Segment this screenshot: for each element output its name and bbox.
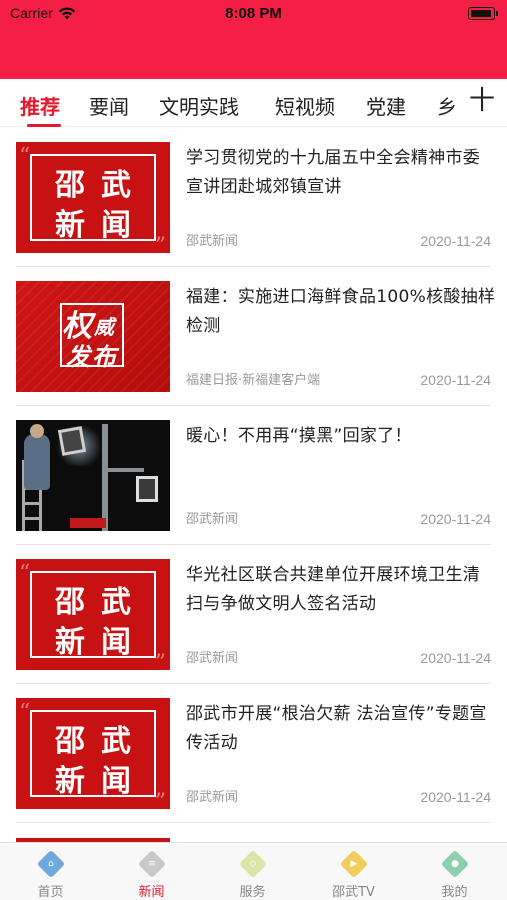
worker-head — [30, 424, 44, 438]
news-title[interactable]: 暖心！不用再“摸黑”回家了！ — [186, 422, 496, 451]
clock: 8:08 PM — [225, 5, 282, 22]
news-thumbnail: “ ” 邵武 新闻 — [16, 698, 170, 809]
street-lamp — [57, 426, 87, 456]
news-thumbnail: 权 威 发布 — [16, 281, 170, 392]
news-source: 邵武新闻 — [186, 790, 239, 805]
battery-icon — [468, 7, 498, 20]
thumbnail-text: 新闻 — [55, 208, 147, 243]
news-thumbnail-photo — [16, 420, 170, 531]
news-date: 2020-11-24 — [420, 511, 491, 527]
news-item[interactable]: “ ” 邵武 新闻 邵武市开展“根治欠薪 法治宣传”专题宣传活动 邵武新闻 20… — [0, 684, 507, 823]
red-sign — [70, 518, 106, 528]
news-icon: ≡ — [137, 849, 167, 879]
active-tab-indicator — [27, 124, 61, 127]
worker-figure — [24, 434, 50, 490]
nav-profile[interactable]: ● 我的 — [404, 843, 505, 900]
news-date: 2020-11-24 — [420, 650, 491, 666]
thumbnail-text: 邵武 — [55, 724, 147, 759]
news-title[interactable]: 华光社区联合共建单位开展环境卫生清扫与争做文明人签名活动 — [186, 561, 496, 619]
header-bar: Carrier 8:08 PM — [0, 0, 507, 79]
tab-civilization-practice[interactable]: 文明实践 — [159, 91, 239, 120]
nav-label: 我的 — [441, 885, 468, 900]
profile-icon: ● — [440, 849, 470, 879]
news-title[interactable]: 学习贯彻党的十九届五中全会精神市委宣讲团赴城郊镇宣讲 — [186, 144, 496, 202]
thumbnail-text: 新闻 — [55, 625, 147, 660]
news-list: “ ” 邵武 新闻 学习贯彻党的十九届五中全会精神市委宣讲团赴城郊镇宣讲 邵武新… — [0, 128, 507, 823]
tv-icon: ▶ — [339, 849, 369, 879]
nav-tv[interactable]: ▶ 邵武TV — [303, 843, 404, 900]
news-item[interactable]: “ ” 邵武 新闻 华光社区联合共建单位开展环境卫生清扫与争做文明人签名活动 邵… — [0, 545, 507, 684]
news-date: 2020-11-24 — [420, 372, 491, 388]
thumbnail-text: 邵武 — [55, 168, 147, 203]
street-pole — [102, 424, 108, 531]
news-title[interactable]: 福建：实施进口海鲜食品100%核酸抽样检测 — [186, 283, 496, 341]
news-date: 2020-11-24 — [420, 789, 491, 805]
tab-township[interactable]: 乡 — [437, 91, 457, 120]
news-thumbnail: “ ” 邵武 新闻 — [16, 559, 170, 670]
tab-short-video[interactable]: 短视频 — [275, 91, 335, 120]
add-channel-button[interactable]: 十 — [469, 88, 495, 114]
category-tabs: 推荐 要闻 文明实践 短视频 党建 乡 十 — [0, 79, 507, 127]
news-source: 福建日报·新福建客户端 — [186, 373, 321, 388]
news-source: 邵武新闻 — [186, 512, 239, 527]
nav-label: 邵武TV — [332, 885, 375, 900]
street-lamp — [136, 476, 158, 502]
thumbnail-text: 发布 — [66, 343, 118, 371]
nav-label: 服务 — [239, 885, 266, 900]
service-icon: ◇ — [238, 849, 268, 879]
status-bar: Carrier 8:08 PM — [0, 0, 507, 28]
nav-label: 首页 — [37, 885, 64, 900]
tab-headlines[interactable]: 要闻 — [89, 91, 129, 120]
tab-recommend[interactable]: 推荐 — [20, 91, 60, 120]
news-thumbnail: “ ” 邵武 新闻 — [16, 142, 170, 253]
news-item[interactable]: “ ” 邵武 新闻 学习贯彻党的十九届五中全会精神市委宣讲团赴城郊镇宣讲 邵武新… — [0, 128, 507, 267]
nav-home[interactable]: ⌂ 首页 — [0, 843, 101, 900]
nav-label: 新闻 — [138, 885, 165, 900]
app-root: Carrier 8:08 PM 推荐 要闻 文明实践 短视频 党建 乡 十 “ — [0, 0, 507, 900]
thumbnail-text: 新闻 — [55, 764, 147, 799]
home-icon: ⌂ — [36, 849, 66, 879]
news-source: 邵武新闻 — [186, 651, 239, 666]
news-date: 2020-11-24 — [420, 233, 491, 249]
thumbnail-text: 邵武 — [55, 585, 147, 620]
news-item[interactable]: 暖心！不用再“摸黑”回家了！ 邵武新闻 2020-11-24 — [0, 406, 507, 545]
nav-news[interactable]: ≡ 新闻 — [101, 843, 202, 900]
thumbnail-text: 威 — [94, 315, 114, 339]
divider — [16, 822, 491, 823]
news-item[interactable]: 权 威 发布 福建：实施进口海鲜食品100%核酸抽样检测 福建日报·新福建客户端… — [0, 267, 507, 406]
tab-party-building[interactable]: 党建 — [366, 91, 406, 120]
lamp-arm — [104, 468, 144, 472]
nav-service[interactable]: ◇ 服务 — [202, 843, 303, 900]
news-title[interactable]: 邵武市开展“根治欠薪 法治宣传”专题宣传活动 — [186, 700, 496, 758]
news-source: 邵武新闻 — [186, 234, 239, 249]
bottom-tab-bar: ⌂ 首页 ≡ 新闻 ◇ 服务 ▶ 邵武TV ● 我的 — [0, 842, 507, 900]
